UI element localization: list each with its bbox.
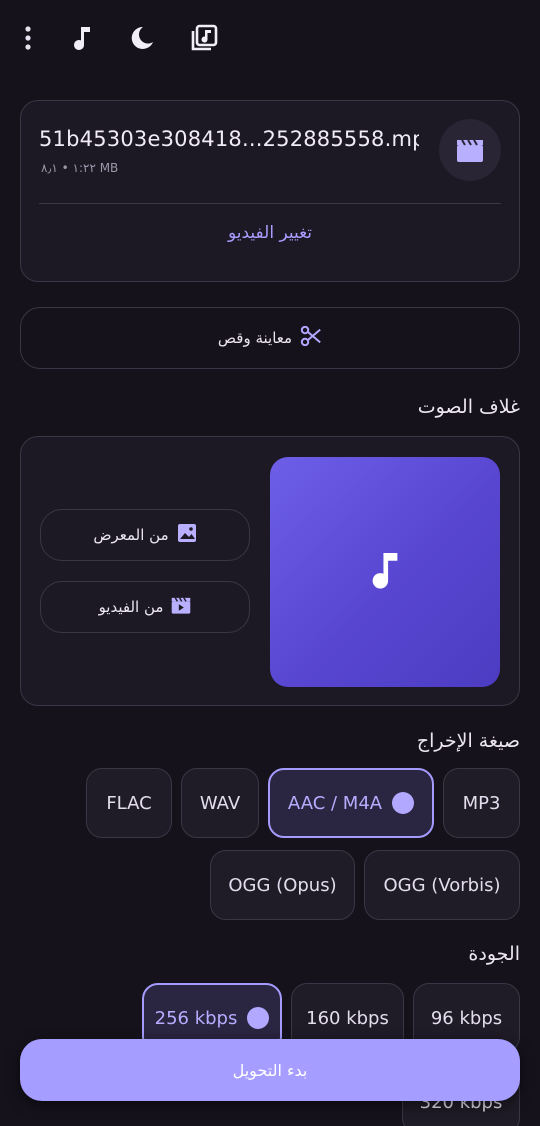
- video-file-card: 51b45303e308418...252885558.mp4 ۸٫۱ • ۱:…: [20, 100, 520, 282]
- output-format-title: صيغة الإخراج: [416, 730, 520, 752]
- preview-trim-button[interactable]: معاينة وقص: [20, 307, 520, 369]
- selected-radio-icon: [247, 1007, 270, 1029]
- format-option-label: OGG (Vorbis): [383, 874, 501, 896]
- from-gallery-button[interactable]: من المعرض: [40, 509, 250, 561]
- music-library-icon[interactable]: [184, 18, 224, 58]
- start-conversion-button[interactable]: بدء التحويل: [20, 1039, 520, 1101]
- format-option-flac[interactable]: FLAC: [86, 768, 172, 838]
- cover-art-preview[interactable]: [270, 457, 500, 687]
- format-option-label: FLAC: [106, 792, 152, 814]
- format-option-ogg-opus[interactable]: OGG (Opus): [210, 850, 355, 920]
- format-option-label: WAV: [199, 792, 241, 814]
- top-toolbar: [14, 18, 526, 60]
- format-option-ogg-vorbis[interactable]: OGG (Vorbis): [364, 850, 520, 920]
- video-clapper-icon: [439, 119, 501, 181]
- quality-option-label: 256 kbps: [154, 1007, 238, 1029]
- format-option-label: OGG (Opus): [228, 874, 337, 896]
- format-option-aac-m4a[interactable]: AAC / M4A: [268, 768, 434, 838]
- quality-title: الجودة: [468, 943, 520, 965]
- quality-option-label: 96 kbps: [430, 1007, 503, 1029]
- more-vertical-icon[interactable]: [8, 18, 48, 58]
- moon-icon[interactable]: [122, 18, 162, 58]
- change-video-button[interactable]: تغيير الفيديو: [21, 223, 519, 243]
- format-option-label: MP3: [462, 792, 501, 814]
- scissors-icon: [300, 325, 322, 351]
- audio-cover-title: غلاف الصوت: [417, 396, 520, 418]
- from-video-button[interactable]: من الفيديو: [40, 581, 250, 633]
- from-gallery-label: من المعرض: [93, 526, 169, 544]
- divider: [39, 203, 501, 204]
- from-video-label: من الفيديو: [98, 598, 164, 616]
- selected-radio-icon: [392, 792, 415, 814]
- quality-option-label: 160 kbps: [306, 1007, 389, 1029]
- preview-trim-label: معاينة وقص: [217, 329, 293, 347]
- audio-cover-card: من المعرض من الفيديو: [20, 436, 520, 706]
- image-icon: [177, 523, 197, 547]
- format-option-wav[interactable]: WAV: [181, 768, 259, 838]
- music-note-icon: [368, 549, 402, 595]
- converter-screen: 51b45303e308418...252885558.mp4 ۸٫۱ • ۱:…: [0, 0, 540, 1126]
- music-note-icon[interactable]: [62, 18, 102, 58]
- file-meta: ۸٫۱ • ۱:۲۲ MB: [41, 161, 119, 175]
- format-option-mp3[interactable]: MP3: [443, 768, 520, 838]
- video-clapper-icon: [171, 595, 191, 619]
- format-option-label: AAC / M4A: [287, 792, 383, 814]
- file-name: 51b45303e308418...252885558.mp4: [39, 127, 419, 151]
